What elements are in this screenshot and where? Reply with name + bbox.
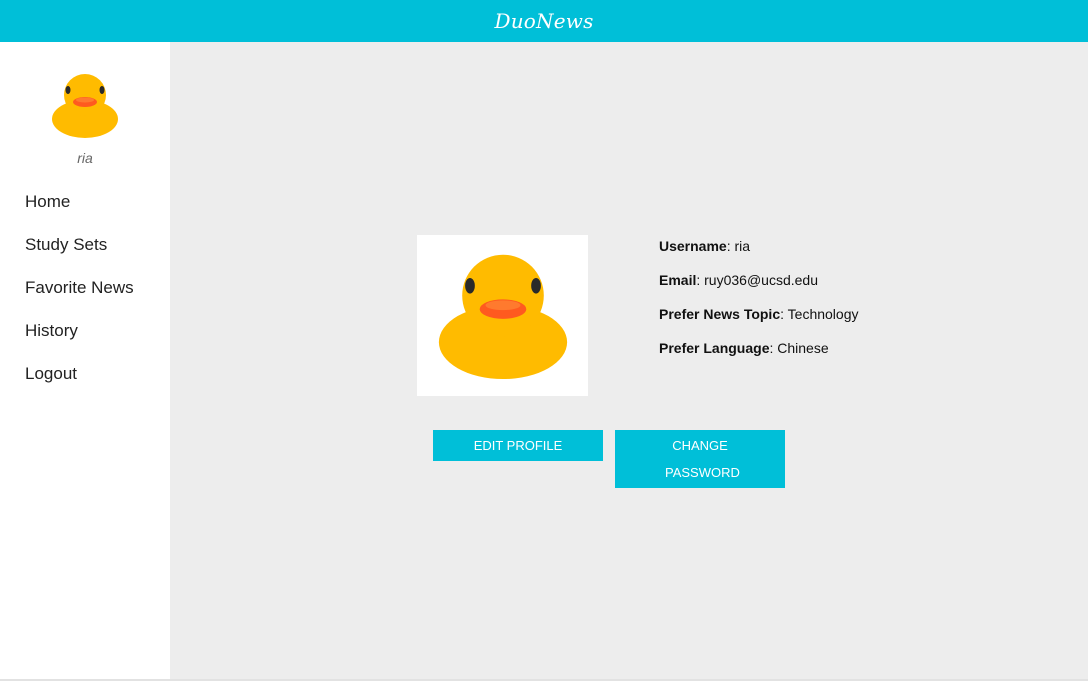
sidebar-username: ria [77, 150, 93, 166]
sidebar-item-study-sets[interactable]: Study Sets [25, 235, 134, 278]
profile-info: Username: ria Email: ruy036@ucsd.edu Pre… [659, 238, 858, 374]
news-topic-value: Technology [787, 306, 859, 322]
news-topic-row: Prefer News Topic: Technology [659, 306, 858, 340]
change-password-label: Change Password [665, 438, 740, 480]
username-row: Username: ria [659, 238, 858, 272]
rubber-duck-icon [52, 74, 118, 138]
sidebar-item-favorite-news[interactable]: Favorite News [25, 278, 134, 321]
brand-title[interactable]: DuoNews [494, 9, 593, 33]
field-separator: : [696, 272, 705, 288]
field-label: Prefer Language [659, 340, 770, 356]
field-label: Email [659, 272, 697, 288]
username-value: ria [734, 238, 751, 254]
sidebar-item-history[interactable]: History [25, 321, 134, 364]
field-separator: : [780, 306, 788, 322]
rubber-duck-icon [438, 254, 568, 380]
email-value: ruy036@ucsd.edu [704, 272, 818, 288]
top-bar: DuoNews [0, 0, 1088, 42]
main-content: Username: ria Email: ruy036@ucsd.edu Pre… [170, 42, 1088, 681]
sidebar-item-logout[interactable]: Logout [25, 364, 134, 407]
sidebar-item-home[interactable]: Home [25, 192, 134, 235]
edit-profile-button[interactable]: Edit Profile [433, 430, 603, 461]
sidebar-nav: Home Study Sets Favorite News History Lo… [25, 192, 134, 407]
profile-picture [417, 235, 588, 396]
sidebar: ria Home Study Sets Favorite News Histor… [0, 42, 170, 681]
field-label: Prefer News Topic [659, 306, 781, 322]
change-password-button[interactable]: Change Password [615, 430, 785, 488]
field-label: Username [659, 238, 727, 254]
user-avatar [50, 69, 120, 139]
email-row: Email: ruy036@ucsd.edu [659, 272, 858, 306]
language-row: Prefer Language: Chinese [659, 340, 858, 374]
language-value: Chinese [777, 340, 829, 356]
